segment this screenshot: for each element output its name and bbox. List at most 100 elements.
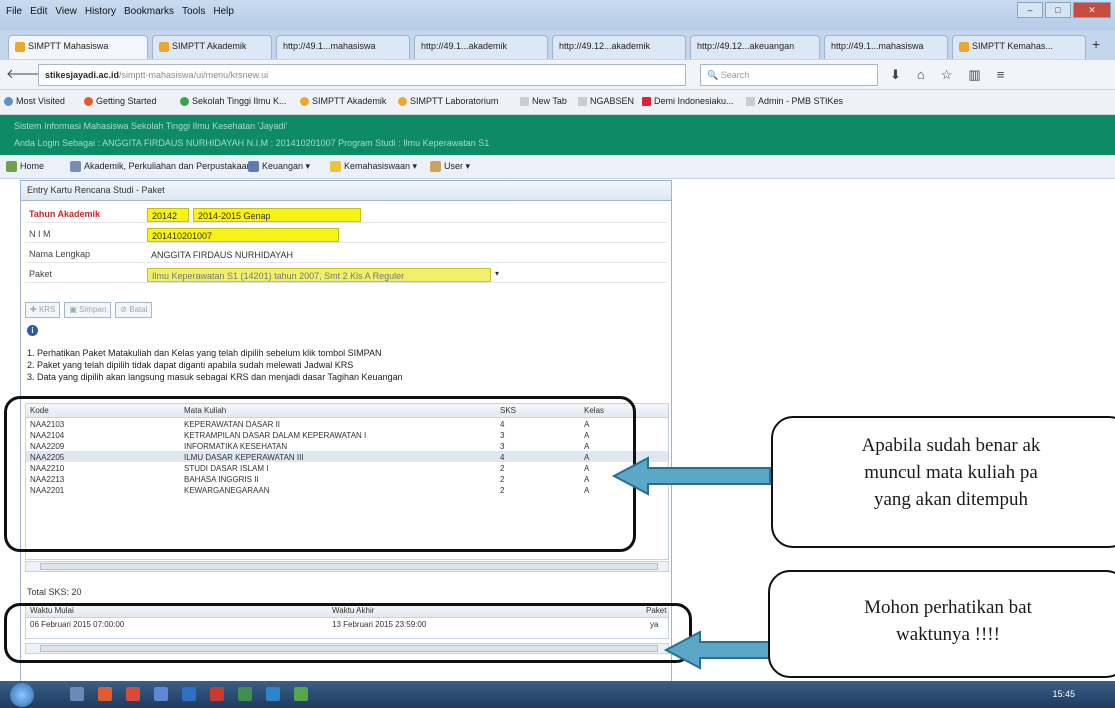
firefox-icon[interactable] (98, 687, 112, 701)
tab-url-1[interactable]: http://49.1...mahasiswa (276, 35, 410, 59)
chevron-down-icon[interactable]: ▾ (495, 269, 499, 278)
minimize-button[interactable]: – (1017, 2, 1043, 18)
bookmark-icon (398, 97, 407, 107)
browser-menubar: File Edit View History Bookmarks Tools Help – … (0, 0, 1115, 30)
bookmark-star-icon[interactable]: ☆ (941, 67, 953, 83)
row-tahun-akademik: Tahun Akademik 20142 2014-2015 Genap (25, 205, 667, 223)
tab-strip: SIMPTT Mahasiswa SIMPTT Akademik http://… (0, 30, 1115, 60)
app-header: Sistem Informasi Mahasiswa Sekolah Tingg… (0, 115, 1115, 155)
app-icon[interactable] (294, 687, 308, 701)
bookmark-most-visited[interactable]: Most Visited (4, 96, 65, 107)
bookmark-ngabsen[interactable]: NGABSEN (578, 96, 634, 107)
menu-item-file[interactable]: File (6, 6, 22, 17)
paket-label: Paket (29, 269, 53, 279)
panel-title: Entry Kartu Rencana Studi - Paket (21, 181, 671, 201)
bookmark-new-tab[interactable]: New Tab (520, 96, 567, 107)
toolbar-icons: ⬇ ⌂ ☆ ▥ ≡ (890, 67, 1004, 83)
tahun-code-field[interactable]: 20142 (147, 208, 189, 222)
bookmark-sekolah[interactable]: Sekolah Tinggi Ilmu K... (180, 96, 287, 107)
ledger-icon (248, 161, 259, 173)
browser-menu: File Edit View History Bookmarks Tools Help (6, 6, 234, 17)
user-icon (430, 161, 441, 173)
course-table-scrollbar[interactable] (25, 561, 669, 572)
app-icon[interactable] (154, 687, 168, 701)
bookmark-simptt-akademik[interactable]: SIMPTT Akademik (300, 96, 386, 107)
tab-url-5[interactable]: http://49.1...mahasiswa (824, 35, 948, 59)
batal-button[interactable]: ⊘ Batal (115, 302, 153, 318)
menu-item-bookmarks[interactable]: Bookmarks (124, 6, 174, 17)
url-bar[interactable]: stikesjayadi.ac.id/simptt-mahasiswa/ui/m… (38, 64, 686, 86)
menu-keuangan[interactable]: Keuangan ▾ (248, 161, 310, 173)
tab-simptt-mahasiswa[interactable]: SIMPTT Mahasiswa (8, 35, 148, 59)
nim-label: N I M (29, 229, 51, 239)
app-title: Sistem Informasi Mahasiswa Sekolah Tingg… (14, 121, 288, 131)
tab-favicon-icon (15, 41, 25, 52)
new-tab-icon[interactable]: + (1092, 36, 1100, 52)
menu-item-edit[interactable]: Edit (30, 6, 47, 17)
page-icon (578, 97, 587, 107)
hamburger-menu-icon[interactable]: ≡ (997, 67, 1005, 83)
navigation-bar: 🡐 stikesjayadi.ac.id/simptt-mahasiswa/ui… (0, 60, 1115, 90)
menu-user[interactable]: User ▾ (430, 161, 470, 173)
bookmark-demi-indonesia[interactable]: Demi Indonesiaku... (642, 96, 734, 107)
arrow-left-icon (612, 456, 771, 496)
bookmark-icon (4, 97, 13, 107)
app-icon[interactable] (126, 687, 140, 701)
app-icon[interactable] (266, 687, 280, 701)
books-icon (70, 161, 81, 173)
maximize-button[interactable]: □ (1045, 2, 1071, 18)
schedule-highlight-oval (4, 603, 692, 663)
globe-icon (180, 97, 189, 107)
clock: 15:45 (1052, 689, 1075, 699)
bookmark-admin-pmb[interactable]: Admin - PMB STIKes (746, 96, 843, 107)
close-button[interactable]: ✕ (1073, 2, 1111, 18)
excel-icon[interactable] (238, 687, 252, 701)
home-icon[interactable]: ⌂ (917, 67, 925, 83)
simpan-button[interactable]: ▣ Simpan (64, 302, 112, 318)
back-arrow-icon[interactable]: 🡐 (6, 66, 41, 84)
tab-favicon-icon (959, 41, 969, 52)
course-highlight-oval (4, 396, 636, 552)
tahun-akademik-label: Tahun Akademik (29, 209, 101, 219)
start-button-icon[interactable] (10, 683, 34, 707)
bookmark-simptt-lab[interactable]: SIMPTT Laboratorium (398, 96, 498, 107)
download-icon[interactable]: ⬇ (890, 67, 901, 83)
tab-simptt-akademik[interactable]: SIMPTT Akademik (152, 35, 272, 59)
nama-label: Nama Lengkap (29, 249, 91, 259)
app-menu: Home Akademik, Perkuliahan dan Perpustak… (0, 155, 1115, 179)
tab-url-2[interactable]: http://49.1...akademik (414, 35, 548, 59)
windows-taskbar: 15:45 (0, 681, 1115, 708)
bookmark-icon (300, 97, 309, 107)
explorer-icon[interactable] (70, 687, 84, 701)
bookmark-getting-started[interactable]: Getting Started (84, 96, 157, 107)
page-icon (520, 97, 529, 107)
menu-home[interactable]: Home (6, 161, 44, 173)
home-icon (6, 161, 17, 173)
tahun-name-field[interactable]: 2014-2015 Genap (193, 208, 361, 222)
search-input[interactable]: 🔍 Search (700, 64, 878, 86)
word-icon[interactable] (182, 687, 196, 701)
powerpoint-icon[interactable] (210, 687, 224, 701)
menu-item-help[interactable]: Help (213, 6, 234, 17)
callout-deadline-info: Mohon perhatikan bat waktunya !!!! (768, 570, 1115, 678)
tab-url-3[interactable]: http://49.12...akademik (552, 35, 686, 59)
menu-item-tools[interactable]: Tools (182, 6, 205, 17)
paket-select[interactable]: Ilmu Keperawatan S1 (14201) tahun 2007, … (147, 268, 491, 282)
krs-button[interactable]: ✚ KRS (25, 302, 61, 318)
info-icon: i (27, 325, 38, 336)
row-nama: Nama Lengkap ANGGITA FIRDAUS NURHIDAYAH (25, 245, 667, 263)
row-nim: N I M 201410201007 (25, 225, 667, 243)
tab-simptt-kemahasiswaan[interactable]: SIMPTT Kemahas... (952, 35, 1086, 59)
menu-kemahasiswaan[interactable]: Kemahasiswaan ▾ (330, 161, 417, 173)
menu-item-view[interactable]: View (55, 6, 77, 17)
nim-field[interactable]: 201410201007 (147, 228, 339, 242)
tab-url-4[interactable]: http://49.12...akeuangan (690, 35, 820, 59)
total-sks: Total SKS: 20 (27, 587, 82, 597)
menu-item-history[interactable]: History (85, 6, 116, 17)
page-icon (746, 97, 755, 107)
tab-favicon-icon (159, 41, 169, 52)
login-info: Anda Login Sebagai : ANGGITA FIRDAUS NUR… (14, 138, 490, 148)
firefox-icon (84, 97, 93, 107)
menu-akademik[interactable]: Akademik, Perkuliahan dan Perpustakaan ▾ (70, 161, 259, 173)
extensions-icon[interactable]: ▥ (968, 67, 980, 83)
